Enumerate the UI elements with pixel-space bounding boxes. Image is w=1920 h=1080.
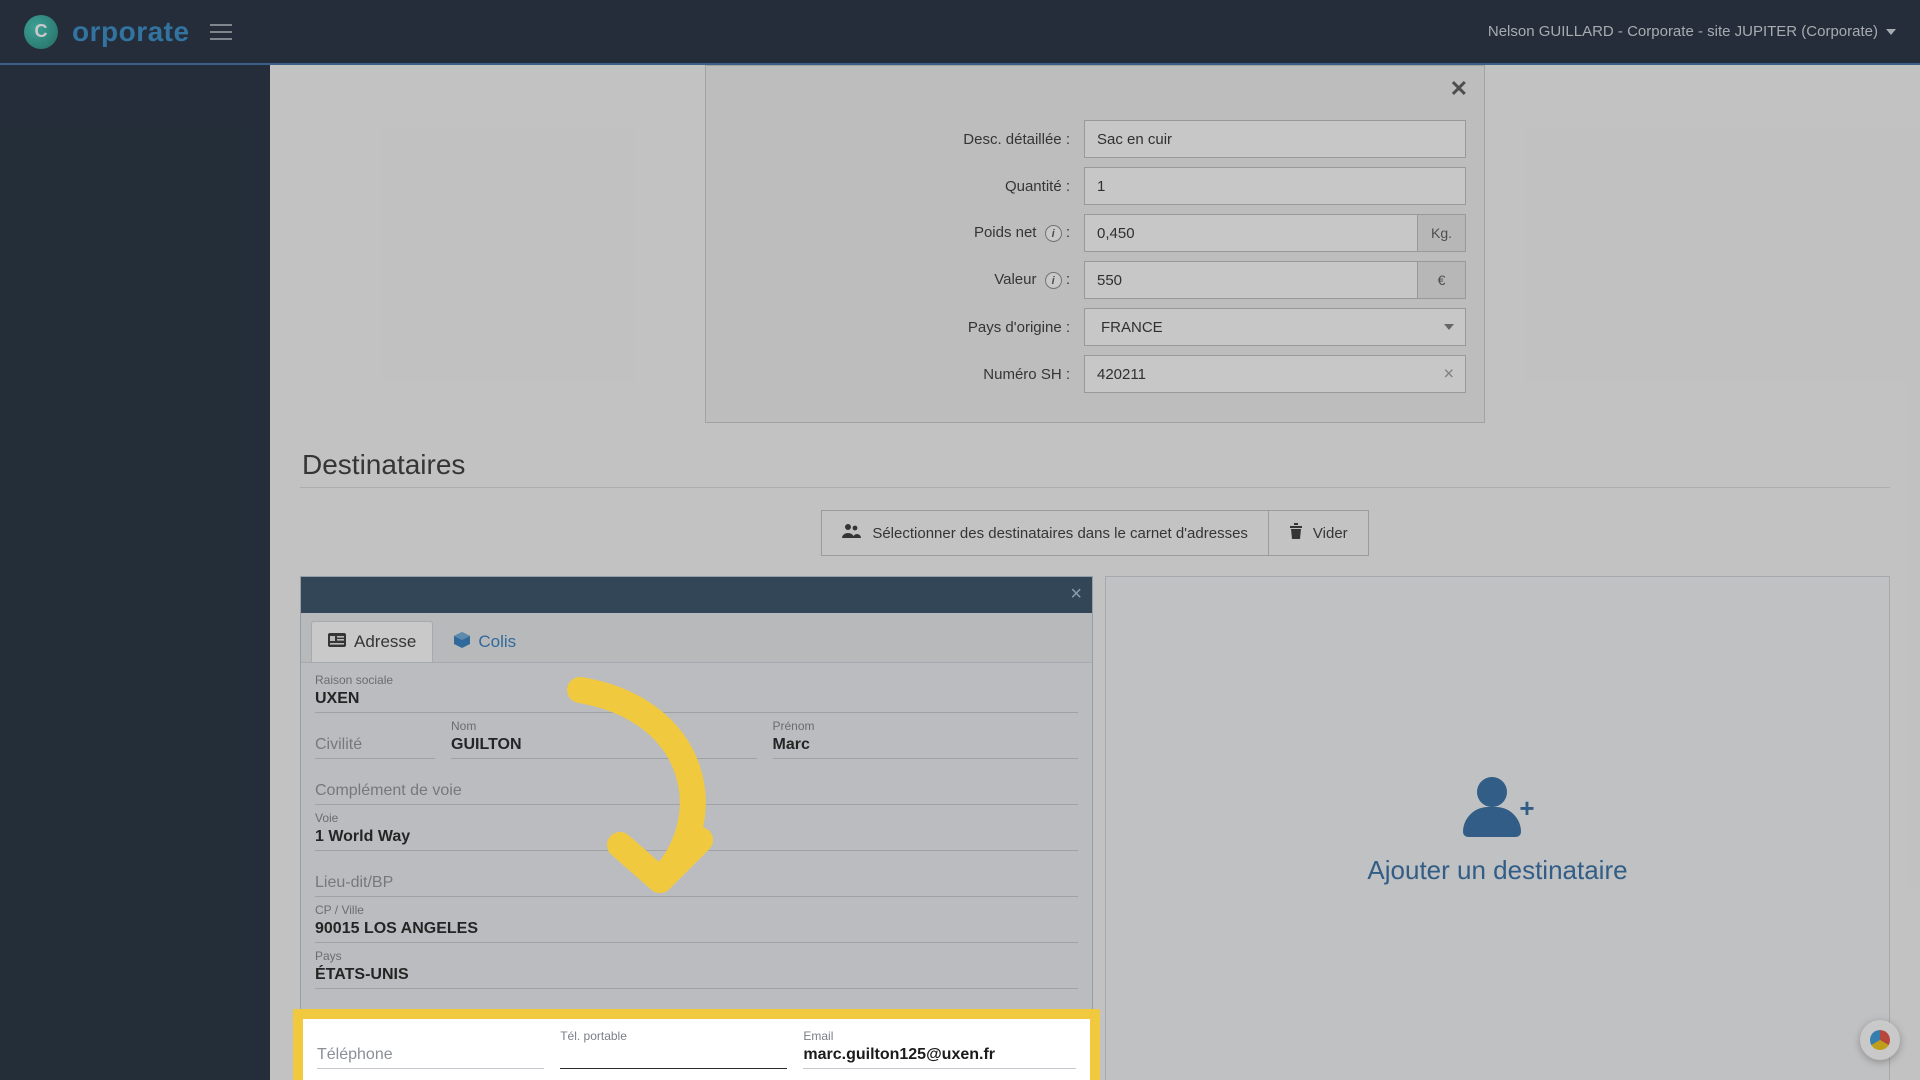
info-icon[interactable]: i [1045,272,1062,289]
chevron-down-icon [1886,29,1896,35]
label-country: Pays [315,949,342,963]
input-hs[interactable] [1084,355,1466,393]
section-title-destinataires: Destinataires [302,449,1890,481]
value-street[interactable]: 1 World Way [315,826,1078,851]
select-recipients-button[interactable]: Sélectionner des destinataires dans le c… [821,510,1269,556]
brand: C orporate [24,15,232,49]
brand-text: orporate [72,16,190,48]
label-email: Email [803,1029,833,1043]
input-value[interactable] [1084,261,1418,299]
menu-toggle-icon[interactable] [210,24,232,40]
recipient-form: Raison sociale UXEN . Nom GUILTON [301,663,1092,1080]
label-desc: Desc. détaillée : [724,131,1084,148]
input-mobile[interactable] [560,1044,787,1069]
input-phone[interactable] [317,1044,544,1069]
brand-logo-letter: C [35,21,48,42]
label-cpcity: CP / Ville [315,903,364,917]
recipient-panes: × Adresse Colis [300,576,1890,1080]
divider [300,487,1890,488]
label-lastname: Nom [451,719,476,733]
tab-parcel-label: Colis [478,632,516,652]
label-value: Valeur i : [724,271,1084,290]
addon-eur: € [1418,261,1466,299]
user-label: Nelson GUILLARD - Corporate - site JUPIT… [1488,23,1878,40]
add-recipient-card[interactable]: + Ajouter un destinataire [1105,576,1890,1080]
label-company: Raison sociale [315,673,393,687]
user-menu[interactable]: Nelson GUILLARD - Corporate - site JUPIT… [1488,23,1896,40]
brand-logo-icon: C [24,15,58,49]
recipient-card: × Adresse Colis [300,576,1093,1080]
label-qty: Quantité : [724,178,1084,195]
help-widget-icon[interactable] [1860,1020,1900,1060]
input-desc[interactable] [1084,120,1466,158]
article-detail-card: ✕ Desc. détaillée : Quantité : Poids net… [705,65,1485,423]
select-recipients-label: Sélectionner des destinataires dans le c… [872,525,1248,542]
close-icon[interactable]: × [1070,583,1082,606]
recipient-tabs: Adresse Colis [301,613,1092,663]
users-icon [842,523,862,543]
value-company[interactable]: UXEN [315,688,1078,713]
label-firstname: Prénom [773,719,815,733]
value-lastname[interactable]: GUILTON [451,734,757,759]
left-sidebar [0,65,270,1080]
trash-icon [1289,523,1303,543]
app-header: C orporate Nelson GUILLARD - Corporate -… [0,0,1920,65]
label-country: Pays d'origine : [724,319,1084,336]
add-recipient-label: Ajouter un destinataire [1367,855,1627,886]
input-civility[interactable] [315,734,435,759]
chevron-down-icon [1444,324,1454,330]
clear-icon[interactable]: × [1443,364,1454,385]
select-country[interactable] [1084,308,1466,346]
input-qty[interactable] [1084,167,1466,205]
label-mobile: Tél. portable [560,1029,627,1043]
recipient-actions: Sélectionner des destinataires dans le c… [300,510,1890,556]
highlight-callout: . Tél. portable Email marc.guilton125@ux [293,1009,1100,1080]
close-icon[interactable]: ✕ [1450,76,1468,102]
clear-recipients-label: Vider [1313,525,1348,542]
tab-parcel[interactable]: Colis [437,621,533,662]
clear-recipients-button[interactable]: Vider [1269,510,1369,556]
label-hs: Numéro SH : [724,366,1084,383]
value-country[interactable]: ÉTATS-UNIS [315,964,1078,989]
value-cpcity[interactable]: 90015 LOS ANGELES [315,918,1078,943]
tab-address-label: Adresse [354,632,416,652]
package-icon [454,632,470,652]
user-plus-icon: + [1463,777,1533,837]
input-weight[interactable] [1084,214,1418,252]
input-addr2[interactable] [315,780,1078,805]
content-area: ✕ Desc. détaillée : Quantité : Poids net… [270,65,1920,1080]
info-icon[interactable]: i [1045,225,1062,242]
value-firstname[interactable]: Marc [773,734,1079,759]
label-weight: Poids net i : [724,224,1084,243]
id-card-icon [328,633,346,651]
value-email[interactable]: marc.guilton125@uxen.fr [803,1044,1076,1069]
addon-kg: Kg. [1418,214,1466,252]
tab-address[interactable]: Adresse [311,621,433,662]
recipient-card-header: × [301,577,1092,613]
label-street: Voie [315,811,338,825]
input-locality[interactable] [315,872,1078,897]
